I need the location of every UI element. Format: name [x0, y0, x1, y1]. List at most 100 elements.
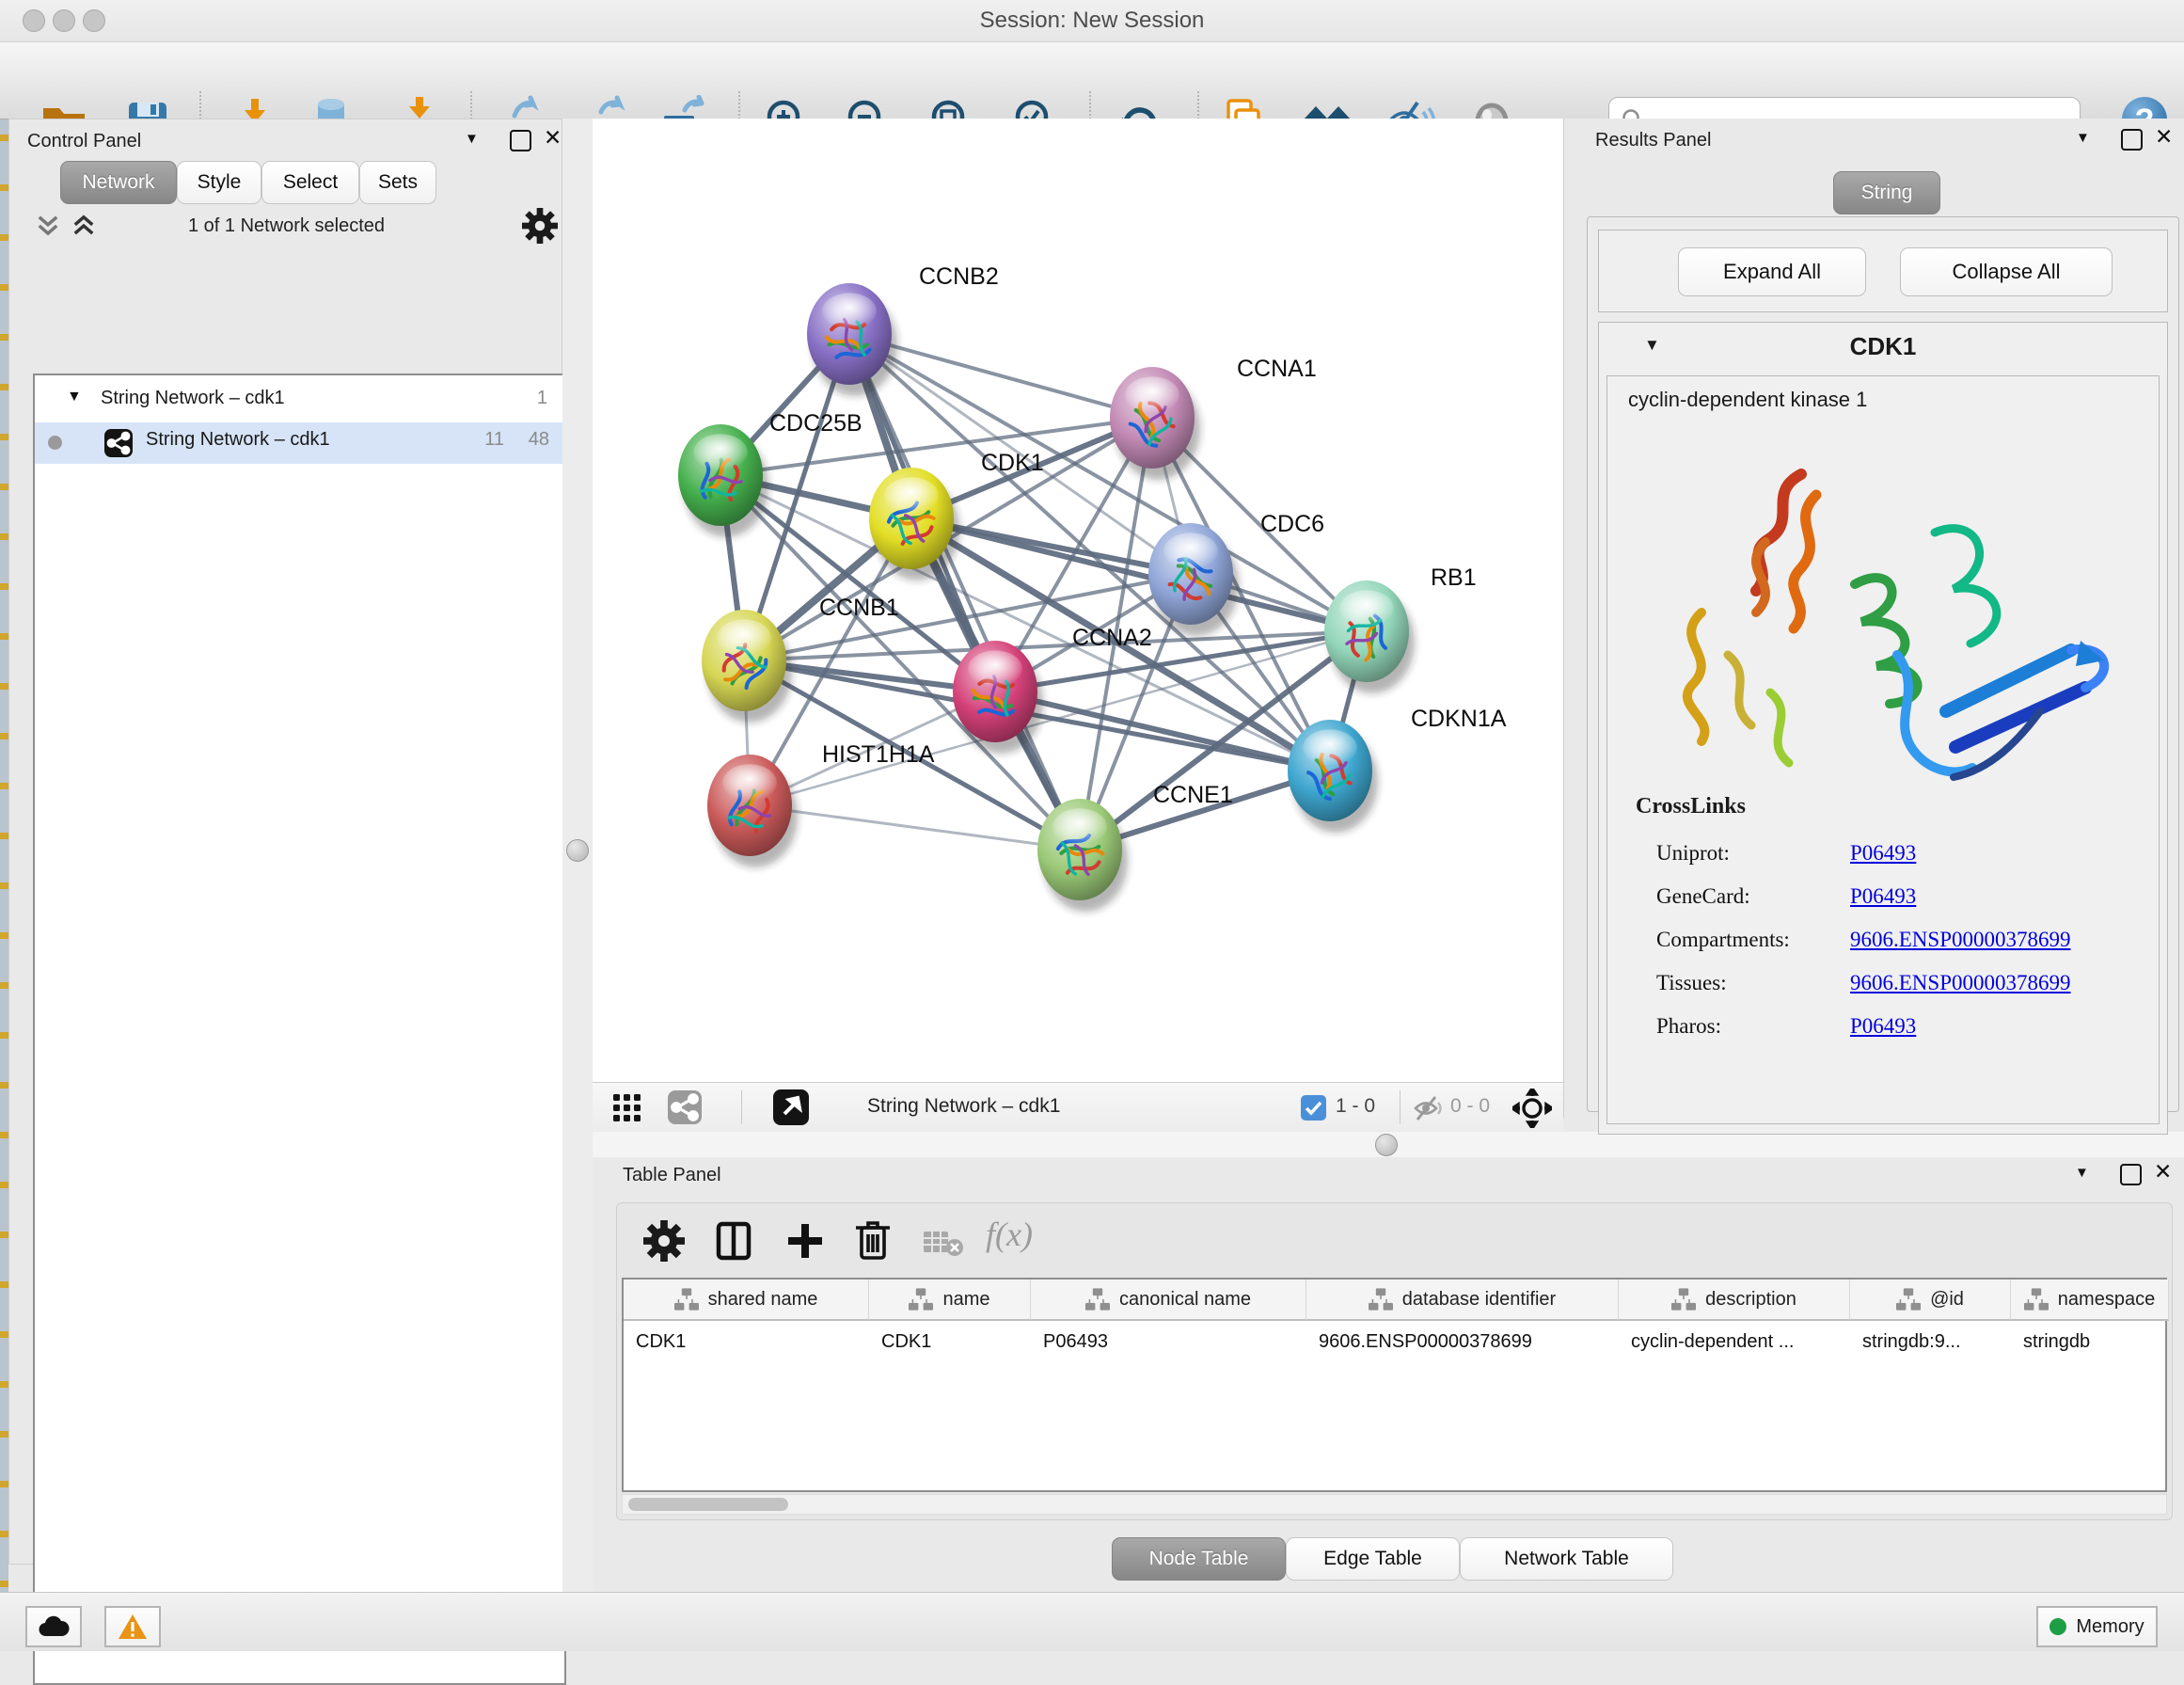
title-bar: Session: New Session	[0, 0, 2184, 42]
tab-network[interactable]: Network	[60, 161, 177, 204]
results-panel-float-icon[interactable]: ▼	[2076, 130, 2090, 146]
string-style-icon[interactable]	[668, 1090, 702, 1124]
column-type-icon	[674, 1288, 699, 1311]
table-hscrollbar-thumb[interactable]	[628, 1498, 788, 1511]
table-cell[interactable]: CDK1	[624, 1321, 869, 1362]
graph-node-CCNA2[interactable]	[953, 641, 1043, 754]
tab-edge-table[interactable]: Edge Table	[1286, 1537, 1460, 1581]
tab-string-results[interactable]: String	[1833, 171, 1940, 215]
cloud-status-button[interactable]	[25, 1606, 82, 1647]
crosslink-label: GeneCard:	[1656, 884, 1750, 909]
horizontal-splitter[interactable]	[593, 1132, 2184, 1157]
graph-node-label: CDC6	[1260, 511, 1324, 537]
memory-label: Memory	[2076, 1616, 2144, 1638]
table-panel-close-icon[interactable]: ✕	[2154, 1159, 2172, 1184]
network-tree-root-row[interactable]: ▼ String Network – cdk1 1	[35, 381, 564, 422]
column-header-database-identifier[interactable]: database identifier	[1306, 1280, 1619, 1321]
table-cell[interactable]: 9606.ENSP00000378699	[1306, 1321, 1619, 1362]
create-column-icon[interactable]	[784, 1220, 826, 1262]
open-in-window-icon[interactable]	[773, 1089, 809, 1125]
selected-count: 1 - 0	[1336, 1095, 1375, 1118]
graph-node-CCNE1[interactable]	[1037, 799, 1128, 912]
tab-network-table[interactable]: Network Table	[1460, 1537, 1673, 1581]
network-tree-selected-row[interactable]: String Network – cdk1 11 48	[35, 422, 564, 464]
results-panel-maximize-icon[interactable]	[2121, 129, 2143, 151]
delete-column-icon[interactable]	[852, 1218, 894, 1262]
vertical-splitter[interactable]	[562, 119, 593, 1592]
window-title: Session: New Session	[0, 8, 2184, 34]
control-panel-float-icon[interactable]: ▼	[465, 131, 479, 147]
network-options-gear-icon[interactable]	[522, 208, 558, 244]
column-header-label: description	[1705, 1289, 1796, 1311]
crosslink-value-link[interactable]: P06493	[1850, 841, 1916, 866]
column-header-shared-name[interactable]: shared name	[624, 1280, 869, 1321]
crosslink-value-link[interactable]: P06493	[1850, 1014, 1916, 1039]
table-cell[interactable]: CDK1	[869, 1321, 1031, 1362]
crosslink-row: Tissues:9606.ENSP00000378699	[1607, 963, 2159, 1007]
splitter-handle[interactable]	[566, 839, 589, 862]
selected-checkbox-icon[interactable]	[1301, 1095, 1326, 1121]
graph-node-CCNA1[interactable]	[1110, 367, 1200, 480]
graph-node-RB1[interactable]	[1324, 580, 1415, 693]
collapse-all-button[interactable]: Collapse All	[1900, 247, 2113, 296]
control-panel-title: Control Panel	[27, 131, 141, 152]
crosslink-value-link[interactable]: 9606.ENSP00000378699	[1850, 971, 2071, 995]
crosslink-row: Pharos:P06493	[1607, 1007, 2159, 1050]
crosslink-value-link[interactable]: P06493	[1850, 884, 1916, 909]
show-columns-icon[interactable]	[713, 1220, 754, 1262]
graph-node-label: CDC25B	[769, 410, 863, 437]
node-details-box: cyclin-dependent kinase 1	[1606, 375, 2160, 1124]
table-cell[interactable]: stringdb:9...	[1850, 1321, 2011, 1362]
column-header--id[interactable]: @id	[1850, 1280, 2011, 1321]
tab-sets[interactable]: Sets	[359, 161, 436, 204]
column-header-label: @id	[1930, 1289, 1964, 1311]
column-header-label: namespace	[2058, 1289, 2155, 1311]
column-header-namespace[interactable]: namespace	[2011, 1280, 2169, 1321]
tree-expander-icon[interactable]: ▼	[67, 389, 82, 405]
crosslinks-title: CrossLinks	[1636, 794, 1746, 819]
table-options-gear-icon[interactable]	[643, 1220, 685, 1262]
column-header-label: name	[942, 1289, 989, 1311]
status-bar: Memory	[0, 1592, 2184, 1651]
control-panel-maximize-icon[interactable]	[510, 130, 531, 151]
table-panel-float-icon[interactable]: ▼	[2075, 1165, 2089, 1181]
table-cell[interactable]: stringdb	[2011, 1321, 2169, 1362]
tab-select[interactable]: Select	[261, 161, 359, 204]
column-header-description[interactable]: description	[1619, 1280, 1850, 1321]
table-cell[interactable]: P06493	[1031, 1321, 1306, 1362]
fit-selected-crosshair-icon[interactable]	[1512, 1089, 1552, 1128]
network-graph[interactable]: CCNB2CCNA1CDC25BCDK1CDC6RB1CCNB1CCNA2CDK…	[593, 119, 1563, 1082]
network-collection-label: String Network – cdk1	[101, 388, 285, 409]
main-toolbar: ?	[0, 42, 2184, 119]
table-hscrollbar-track[interactable]	[622, 1494, 2167, 1515]
column-type-icon	[2024, 1288, 2049, 1311]
warnings-button[interactable]	[104, 1606, 161, 1647]
graph-node-label: CCNE1	[1153, 782, 1233, 808]
graph-node-CCNB2[interactable]	[807, 283, 897, 396]
crosslink-row: Uniprot:P06493	[1607, 834, 2159, 877]
memory-button[interactable]: Memory	[2036, 1606, 2158, 1647]
column-header-name[interactable]: name	[869, 1280, 1031, 1321]
expand-all-button[interactable]: Expand All	[1678, 247, 1866, 296]
graph-node-CDK1[interactable]	[869, 468, 959, 580]
crosslink-value-link[interactable]: 9606.ENSP00000378699	[1850, 928, 2071, 952]
memory-status-dot-icon	[2049, 1618, 2066, 1635]
tab-style[interactable]: Style	[177, 161, 261, 204]
column-header-label: shared name	[708, 1289, 818, 1311]
column-header-canonical-name[interactable]: canonical name	[1031, 1280, 1306, 1321]
control-panel-close-icon[interactable]: ✕	[544, 125, 562, 151]
tab-node-table[interactable]: Node Table	[1112, 1537, 1286, 1581]
column-type-icon	[1896, 1288, 1921, 1311]
table-cell[interactable]: cyclin-dependent ...	[1619, 1321, 1850, 1362]
graph-node-label: CCNB1	[819, 595, 899, 621]
section-title: CDK1	[1599, 332, 2167, 361]
table-panel-maximize-icon[interactable]	[2120, 1164, 2142, 1185]
splitter-handle[interactable]	[1375, 1134, 1398, 1156]
results-panel-close-icon[interactable]: ✕	[2155, 124, 2173, 150]
network-node-count: 11	[484, 429, 504, 451]
graph-node-CDKN1A[interactable]	[1288, 720, 1378, 833]
graph-node-HIST1H1A[interactable]	[707, 755, 798, 867]
birdseye-grid-icon[interactable]	[613, 1094, 641, 1122]
delete-table-icon	[924, 1230, 965, 1258]
crosslink-row: GeneCard: P06493	[1607, 877, 2159, 920]
